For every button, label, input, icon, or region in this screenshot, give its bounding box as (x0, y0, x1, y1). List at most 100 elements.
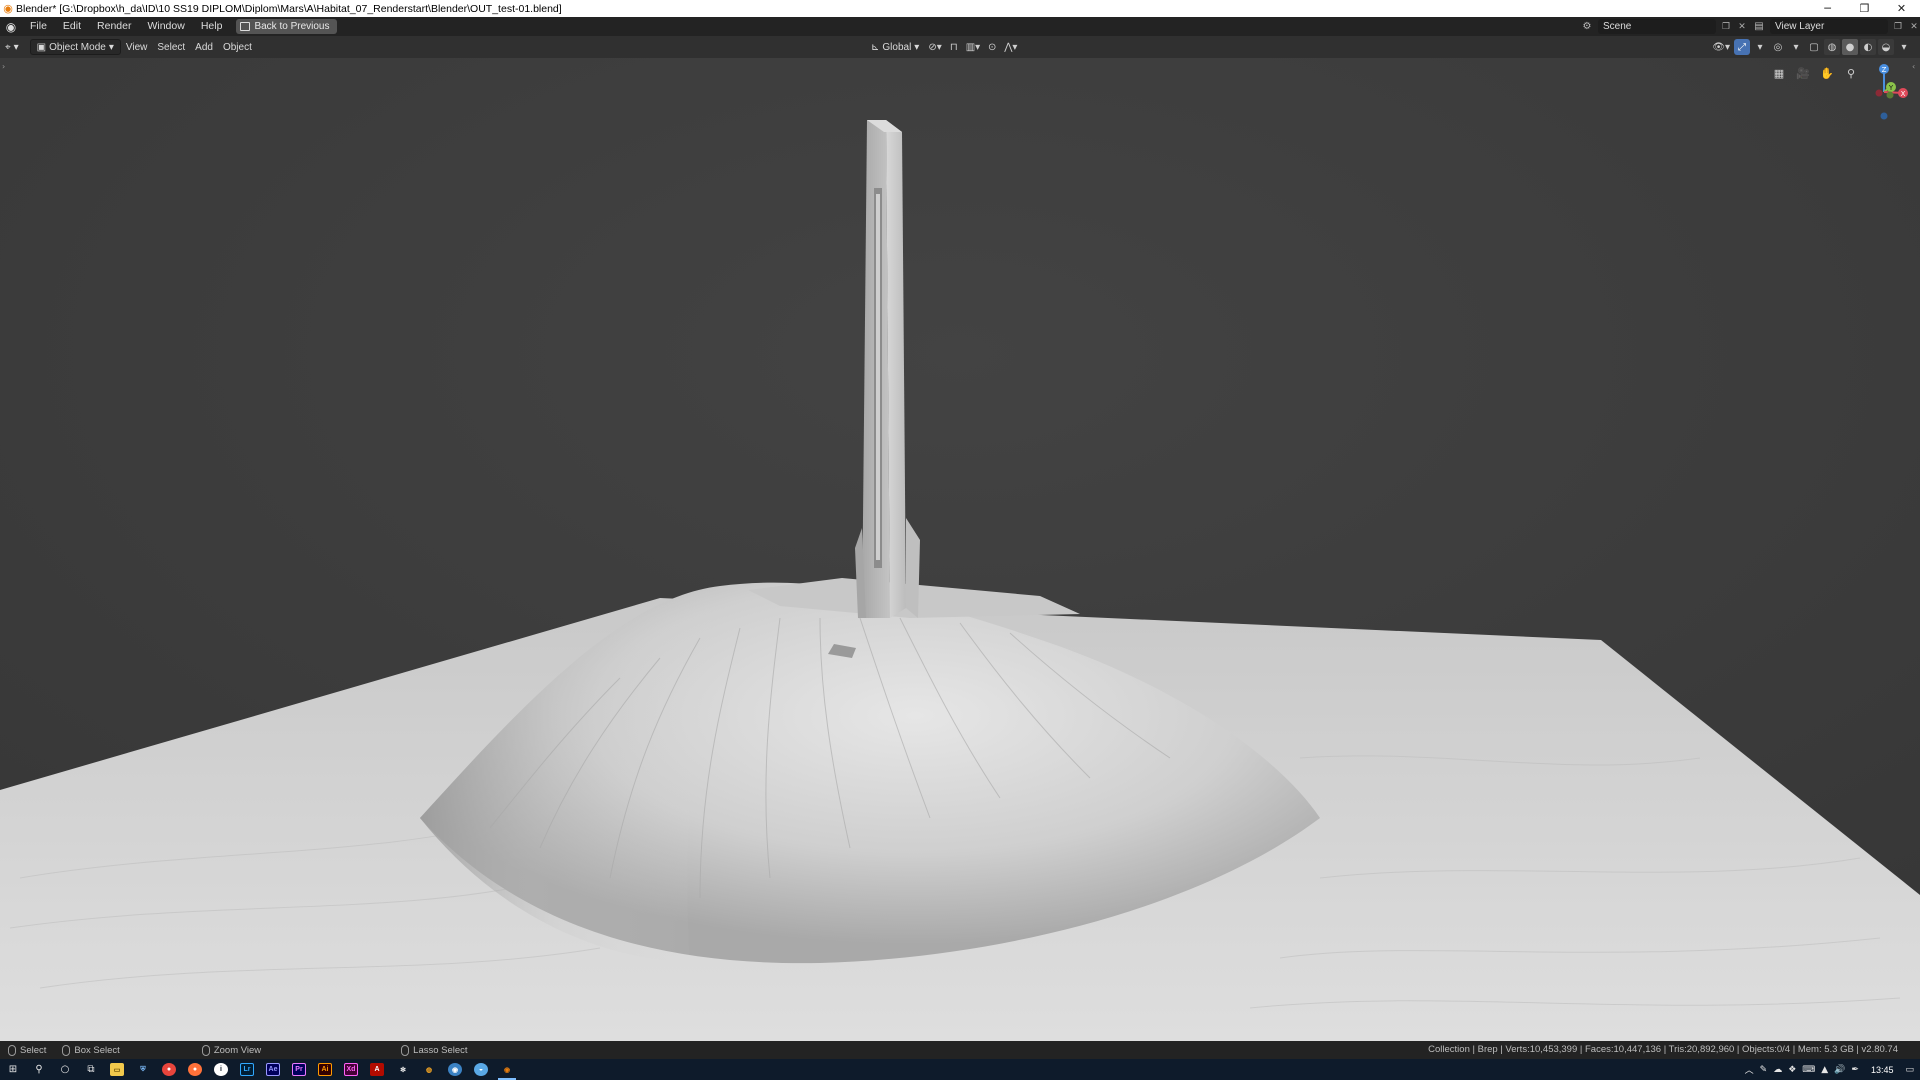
pan-view-icon[interactable]: ✋ (1818, 64, 1836, 82)
proportional-edit-icon[interactable]: ⊙ (984, 39, 1000, 55)
menu-render[interactable]: Render (89, 17, 139, 36)
tray-network-icon[interactable]: ▲ (1821, 1065, 1828, 1075)
app-icon-2[interactable]: ◍ (416, 1059, 442, 1080)
snap-icon[interactable]: ⊓ (946, 39, 962, 55)
mouse-drag-icon (62, 1044, 71, 1056)
zoom-view-icon[interactable]: ⚲ (1842, 64, 1860, 82)
menu-file[interactable]: File (22, 17, 55, 36)
camera-view-icon[interactable]: 🎥 (1794, 64, 1812, 82)
object-mode-dropdown[interactable]: ▣ Object Mode ▾ (29, 39, 121, 55)
snap-target-icon[interactable]: ▥▾ (964, 39, 982, 55)
new-scene-icon[interactable]: ❐ (1720, 21, 1732, 33)
chevron-down-icon: ▾ (108, 41, 114, 53)
task-view-icon[interactable]: ⧉ (78, 1059, 104, 1080)
tray-overflow-icon[interactable]: ︿ (1745, 1063, 1754, 1076)
gizmo-neg-x-handle[interactable] (1875, 89, 1883, 97)
scene-statistics: Collection | Brep | Verts:10,453,399 | F… (1428, 1044, 1898, 1055)
gizmo-toggle-icon[interactable]: ⤢ (1734, 39, 1750, 55)
navigation-buttons: ▦ 🎥 ✋ ⚲ (1770, 64, 1860, 82)
tray-volume-icon[interactable]: 🔊 (1834, 1065, 1845, 1075)
pivot-point-icon[interactable]: ⊘▾ (926, 39, 943, 55)
shading-options-icon[interactable]: ▾ (1896, 39, 1912, 55)
gizmo-dropdown-icon[interactable]: ▾ (1752, 39, 1768, 55)
xray-icon[interactable]: ▢ (1806, 39, 1822, 55)
gizmo-neg-z-handle[interactable] (1880, 112, 1888, 120)
blender-taskbar-icon[interactable]: ◉ (494, 1059, 520, 1080)
status-select: Select (0, 1044, 46, 1056)
object-mode-icon: ▣ (36, 41, 47, 53)
3d-viewport[interactable]: › ‹ ▦ 🎥 ✋ ⚲ Z Y X (0, 58, 1920, 1041)
app-icon-1[interactable]: ✻ (390, 1059, 416, 1080)
screen-icon (240, 22, 251, 31)
chrome-icon[interactable]: ● (156, 1059, 182, 1080)
blender-logo-icon[interactable]: ◉ (0, 17, 22, 36)
menu-select[interactable]: Select (152, 39, 190, 55)
editor-type-button[interactable]: ⌖ ▾ (0, 39, 24, 55)
navigation-gizmo[interactable]: Z Y X (1860, 62, 1908, 124)
gizmo-x-label: X (1901, 90, 1906, 98)
new-view-layer-icon[interactable]: ❐ (1892, 21, 1904, 33)
orientation-icon: ⊾ (871, 41, 880, 53)
menu-object[interactable]: Object (218, 39, 257, 55)
overlay-dropdown-icon[interactable]: ▾ (1788, 39, 1804, 55)
rendered-shading-icon[interactable]: ◒ (1878, 39, 1894, 55)
tray-language-icon[interactable]: ⌨ (1802, 1065, 1815, 1075)
perspective-toggle-icon[interactable]: ▦ (1770, 64, 1788, 82)
toolbar-expand-icon[interactable]: › (2, 62, 8, 72)
view-layer-field[interactable]: View Layer (1770, 19, 1888, 34)
taskbar-clock[interactable]: 13:45 (1865, 1065, 1900, 1075)
transform-orientation-dropdown[interactable]: ⊾ Global ▾ (866, 39, 924, 55)
scene-field[interactable]: Scene (1598, 19, 1716, 34)
scene-selector-icon[interactable]: ⚙ (1580, 20, 1594, 34)
back-to-previous-button[interactable]: Back to Previous (236, 19, 338, 34)
gizmo-neg-y-handle[interactable] (1886, 91, 1894, 99)
top-menubar: ◉ File Edit Render Window Help Back to P… (0, 17, 1920, 36)
chevron-down-icon: ▾ (914, 41, 920, 53)
search-icon[interactable]: ⚲ (26, 1059, 52, 1080)
file-explorer-icon[interactable]: ▭ (104, 1059, 130, 1080)
xd-icon[interactable]: Xd (338, 1059, 364, 1080)
windows-taskbar: ⊞ ⚲ ○ ⧉ ▭ ⛨ ● ● i Lr Ae Pr Ai Xd A ✻ ◍ ◉… (0, 1059, 1920, 1080)
status-lasso-select: Lasso Select (261, 1044, 468, 1056)
premiere-icon[interactable]: Pr (286, 1059, 312, 1080)
minimize-button[interactable]: ─ (1809, 0, 1846, 17)
overlay-toggle-icon[interactable]: ◎ (1770, 39, 1786, 55)
tray-cloud-icon[interactable]: ☁ (1773, 1065, 1782, 1075)
restore-button[interactable]: ❐ (1846, 0, 1883, 17)
menu-add[interactable]: Add (190, 39, 218, 55)
material-shading-icon[interactable]: ◐ (1860, 39, 1876, 55)
tray-ink-icon[interactable]: ✒ (1851, 1065, 1859, 1075)
acrobat-icon[interactable]: A (364, 1059, 390, 1080)
falloff-icon[interactable]: ⋀▾ (1002, 39, 1019, 55)
delete-view-layer-icon[interactable]: ✕ (1908, 21, 1920, 33)
menu-edit[interactable]: Edit (55, 17, 89, 36)
menu-view[interactable]: View (121, 39, 153, 55)
close-button[interactable]: ✕ (1883, 0, 1920, 17)
menu-window[interactable]: Window (139, 17, 192, 36)
firefox-icon[interactable]: ● (182, 1059, 208, 1080)
illustrator-icon[interactable]: Ai (312, 1059, 338, 1080)
app-icon-3[interactable]: ◉ (442, 1059, 468, 1080)
cortana-icon[interactable]: ○ (52, 1059, 78, 1080)
app-icon-4[interactable]: ◒ (468, 1059, 494, 1080)
solid-shading-icon[interactable]: ● (1842, 39, 1858, 55)
after-effects-icon[interactable]: Ae (260, 1059, 286, 1080)
lightroom-icon[interactable]: Lr (234, 1059, 260, 1080)
gizmo-z-label: Z (1882, 66, 1887, 74)
wireframe-shading-icon[interactable]: ◍ (1824, 39, 1840, 55)
status-lasso-select-label: Lasso Select (413, 1044, 468, 1056)
tray-dropbox-icon[interactable]: ❖ (1788, 1065, 1796, 1075)
scene-viewlayer-group: ⚙ Scene ❐ ✕ ▤ View Layer ❐ ✕ (1580, 17, 1920, 36)
viewport-display-controls: 👁▾ ⤢ ▾ ◎ ▾ ▢ ◍ ● ◐ ◒ ▾ (1710, 39, 1912, 55)
tray-pen-icon[interactable]: ✎ (1760, 1065, 1768, 1075)
sidebar-expand-icon[interactable]: ‹ (1912, 62, 1918, 72)
defender-icon[interactable]: ⛨ (130, 1059, 156, 1080)
info-app-icon[interactable]: i (208, 1059, 234, 1080)
mouse-left-icon (8, 1044, 16, 1056)
notification-center-icon[interactable]: ▭ (1905, 1065, 1914, 1075)
menu-help[interactable]: Help (193, 17, 231, 36)
start-button[interactable]: ⊞ (0, 1059, 26, 1080)
visibility-icon[interactable]: 👁▾ (1710, 39, 1732, 55)
delete-scene-icon[interactable]: ✕ (1736, 21, 1748, 33)
view-layer-selector-icon[interactable]: ▤ (1752, 20, 1766, 34)
